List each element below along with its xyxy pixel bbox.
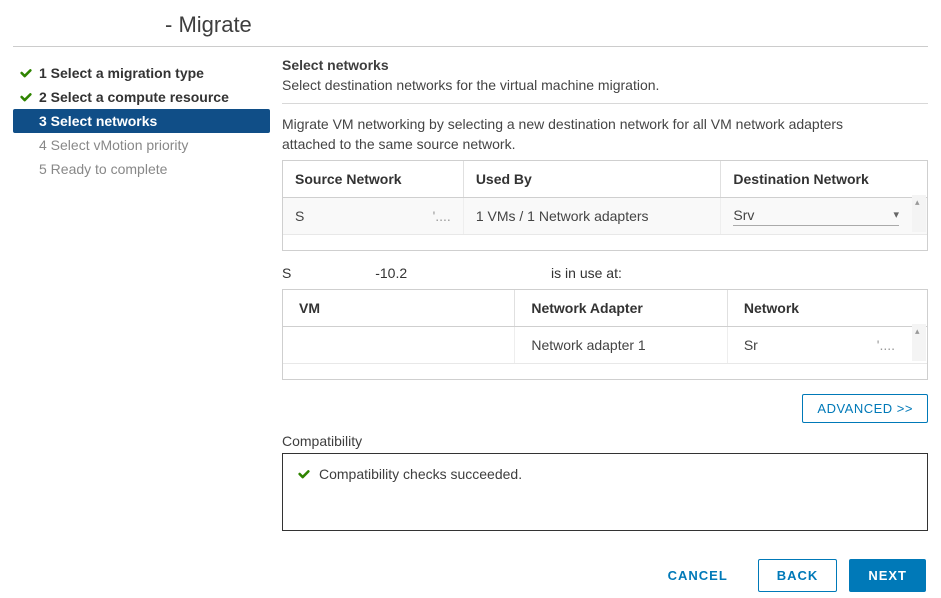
cell-network: Sr '....: [727, 327, 927, 364]
wizard-step-3[interactable]: 3 Select networks: [13, 109, 270, 133]
compatibility-title: Compatibility: [282, 433, 928, 449]
scroll-up-icon: ▴: [915, 197, 920, 208]
section-desc: Select destination networks for the virt…: [282, 77, 928, 93]
step-label: 1 Select a migration type: [39, 65, 204, 81]
compatibility-message: Compatibility checks succeeded.: [319, 466, 522, 482]
section-divider: [282, 103, 928, 104]
title-divider: [13, 46, 928, 47]
cell-vm: [283, 327, 515, 364]
scrollbar[interactable]: ▴: [912, 195, 926, 232]
wizard-step-4[interactable]: 4 Select vMotion priority: [13, 133, 270, 157]
cancel-button[interactable]: CANCEL: [650, 560, 746, 591]
step-label: 3 Select networks: [39, 113, 157, 129]
back-button[interactable]: BACK: [758, 559, 838, 592]
migrate-para-line1: Migrate VM networking by selecting a new…: [282, 116, 928, 132]
cell-adapter: Network adapter 1: [515, 327, 728, 364]
col-source-network[interactable]: Source Network: [283, 161, 463, 198]
table-footer: [283, 234, 927, 250]
adapter-table: VM Network Adapter Network Network adapt…: [282, 289, 928, 380]
cell-used-by: 1 VMs / 1 Network adapters: [463, 198, 721, 235]
wizard-steps: 1 Select a migration type 2 Select a com…: [13, 57, 272, 531]
check-icon: [19, 66, 33, 80]
col-network[interactable]: Network: [727, 290, 927, 327]
network-mapping-table: Source Network Used By Destination Netwo…: [282, 160, 928, 251]
step-label: 2 Select a compute resource: [39, 89, 229, 105]
step-label: 5 Ready to complete: [39, 161, 167, 177]
table-row[interactable]: Network adapter 1 Sr '....: [283, 327, 927, 364]
next-button[interactable]: NEXT: [849, 559, 926, 592]
col-vm[interactable]: VM: [283, 290, 515, 327]
col-destination-network[interactable]: Destination Network: [721, 161, 927, 198]
col-used-by[interactable]: Used By: [463, 161, 721, 198]
check-icon: [19, 90, 33, 104]
scrollbar[interactable]: ▴: [912, 324, 926, 361]
check-icon: [297, 467, 311, 481]
compatibility-box: Compatibility checks succeeded.: [282, 453, 928, 531]
wizard-step-1[interactable]: 1 Select a migration type: [13, 61, 270, 85]
dialog-title: - Migrate: [0, 0, 941, 46]
advanced-button[interactable]: ADVANCED >>: [802, 394, 928, 423]
wizard-step-2[interactable]: 2 Select a compute resource: [13, 85, 270, 109]
dropdown-value: Srv: [733, 207, 754, 223]
in-use-line: S -10.2 is in use at:: [282, 265, 928, 281]
col-network-adapter[interactable]: Network Adapter: [515, 290, 728, 327]
section-title: Select networks: [282, 57, 928, 73]
cell-source-network: S '....: [283, 198, 463, 235]
cell-destination-network: Srv ▾: [721, 198, 927, 235]
migrate-para-line2: attached to the same source network.: [282, 136, 928, 152]
step-content: Select networks Select destination netwo…: [272, 57, 928, 531]
table-footer: [283, 363, 927, 379]
scroll-up-icon: ▴: [915, 326, 920, 337]
destination-network-dropdown[interactable]: Srv ▾: [733, 207, 899, 226]
step-label: 4 Select vMotion priority: [39, 137, 188, 153]
wizard-step-5[interactable]: 5 Ready to complete: [13, 157, 270, 181]
dialog-footer: CANCEL BACK NEXT: [0, 531, 941, 592]
chevron-down-icon: ▾: [893, 208, 899, 221]
table-row[interactable]: S '.... 1 VMs / 1 Network adapters Srv ▾: [283, 198, 927, 235]
